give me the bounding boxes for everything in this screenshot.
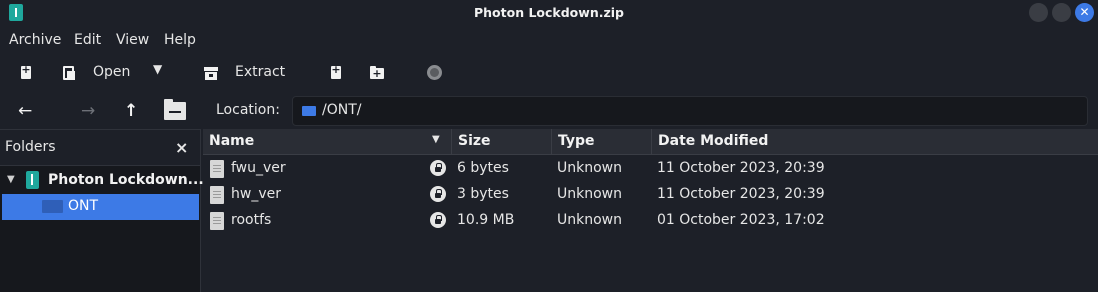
folder-icon xyxy=(302,106,316,116)
tree-item-archive-label: Photon Lockdown.... xyxy=(48,172,209,188)
back-arrow-icon[interactable]: ← xyxy=(18,100,32,122)
column-size[interactable]: Size xyxy=(452,129,552,155)
table-row[interactable]: rootfs 10.9 MB Unknown 01 October 2023, … xyxy=(203,208,1098,234)
tree-item-archive[interactable]: ▼ Photon Lockdown.... xyxy=(0,168,209,194)
menu-view[interactable]: View xyxy=(116,32,149,48)
text-file-icon xyxy=(210,212,224,230)
folders-sidebar: Folders × ▼ Photon Lockdown.... ONT xyxy=(0,129,209,292)
menu-help[interactable]: Help xyxy=(164,32,196,48)
window-title: Photon Lockdown.zip xyxy=(474,5,624,20)
folders-title: Folders xyxy=(5,139,56,155)
open-button[interactable]: Open xyxy=(93,64,130,80)
open-dropdown-icon[interactable]: ▼ xyxy=(153,62,162,76)
folders-header: Folders × xyxy=(0,130,200,166)
lock-icon xyxy=(430,160,446,176)
column-date-modified-label: Date Modified xyxy=(658,133,769,149)
column-header-row: Name ▼ Size Type Date Modified xyxy=(203,129,1098,155)
column-type[interactable]: Type xyxy=(552,129,652,155)
folder-icon xyxy=(42,200,63,213)
table-row[interactable]: hw_ver 3 bytes Unknown 11 October 2023, … xyxy=(203,182,1098,208)
column-type-label: Type xyxy=(558,133,595,149)
location-value: /ONT/ xyxy=(322,102,362,118)
file-type: Unknown xyxy=(557,160,622,176)
file-size: 6 bytes xyxy=(457,160,509,176)
file-size: 10.9 MB xyxy=(457,212,515,228)
file-date-modified: 11 October 2023, 20:39 xyxy=(657,186,825,202)
tree-item-ont-label: ONT xyxy=(68,198,99,214)
column-date-modified[interactable]: Date Modified xyxy=(652,129,1098,155)
menu-edit[interactable]: Edit xyxy=(74,32,101,48)
home-folder-icon[interactable] xyxy=(164,99,186,121)
open-archive-icon[interactable] xyxy=(61,65,77,81)
close-sidebar-icon[interactable]: × xyxy=(175,138,188,157)
column-name-label: Name xyxy=(209,133,255,149)
close-icon: ✕ xyxy=(1079,5,1090,19)
file-name: rootfs xyxy=(231,212,272,228)
table-row[interactable]: fwu_ver 6 bytes Unknown 11 October 2023,… xyxy=(203,156,1098,182)
file-type: Unknown xyxy=(557,212,622,228)
file-size: 3 bytes xyxy=(457,186,509,202)
expand-triangle-icon[interactable]: ▼ xyxy=(7,174,15,185)
stop-icon[interactable] xyxy=(427,65,443,81)
add-files-icon[interactable] xyxy=(328,63,344,81)
zip-archive-icon xyxy=(26,171,39,189)
file-name: hw_ver xyxy=(231,186,281,202)
tree-item-ont[interactable]: ONT xyxy=(2,194,199,220)
text-file-icon xyxy=(210,160,224,178)
sort-descending-icon: ▼ xyxy=(432,134,440,145)
column-size-label: Size xyxy=(458,133,491,149)
file-name: fwu_ver xyxy=(231,160,286,176)
forward-arrow-icon[interactable]: → xyxy=(81,100,95,122)
file-list: Name ▼ Size Type Date Modified fwu_ver 6… xyxy=(203,129,1098,292)
file-date-modified: 11 October 2023, 20:39 xyxy=(657,160,825,176)
minimize-button[interactable] xyxy=(1029,3,1048,22)
extract-icon[interactable] xyxy=(203,65,219,81)
maximize-button[interactable] xyxy=(1052,3,1071,22)
lock-icon xyxy=(430,186,446,202)
menu-archive[interactable]: Archive xyxy=(9,32,61,48)
extract-button[interactable]: Extract xyxy=(235,64,285,80)
file-type: Unknown xyxy=(557,186,622,202)
location-label: Location: xyxy=(216,102,280,118)
up-arrow-icon[interactable]: ↑ xyxy=(124,100,138,122)
lock-icon xyxy=(430,212,446,228)
column-name[interactable]: Name ▼ xyxy=(203,129,452,155)
text-file-icon xyxy=(210,186,224,204)
close-window-button[interactable]: ✕ xyxy=(1075,3,1094,22)
add-folder-icon[interactable]: + xyxy=(369,65,385,81)
new-archive-icon[interactable] xyxy=(18,63,34,81)
file-date-modified: 01 October 2023, 17:02 xyxy=(657,212,825,228)
location-field[interactable]: /ONT/ xyxy=(292,96,1088,126)
